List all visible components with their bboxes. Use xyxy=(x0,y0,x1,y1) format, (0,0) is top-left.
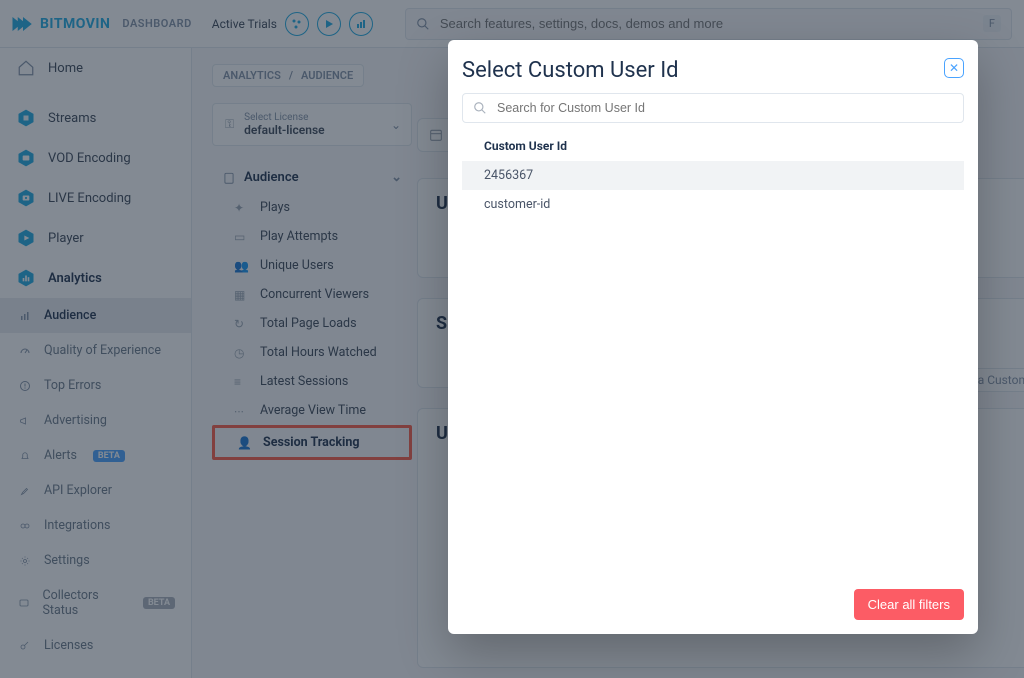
custom-user-id-modal: Select Custom User Id ✕ Custom User Id 2… xyxy=(448,40,978,634)
modal-search-input[interactable] xyxy=(495,100,953,116)
search-icon xyxy=(473,101,487,115)
close-button[interactable]: ✕ xyxy=(944,58,964,78)
modal-option-1[interactable]: customer-id xyxy=(462,190,964,219)
modal-search[interactable] xyxy=(462,93,964,123)
modal-column-header: Custom User Id xyxy=(462,129,964,161)
clear-filters-button[interactable]: Clear all filters xyxy=(854,589,964,620)
modal-option-0[interactable]: 2456367 xyxy=(462,161,964,190)
modal-title: Select Custom User Id xyxy=(462,58,679,83)
close-icon: ✕ xyxy=(949,61,959,75)
